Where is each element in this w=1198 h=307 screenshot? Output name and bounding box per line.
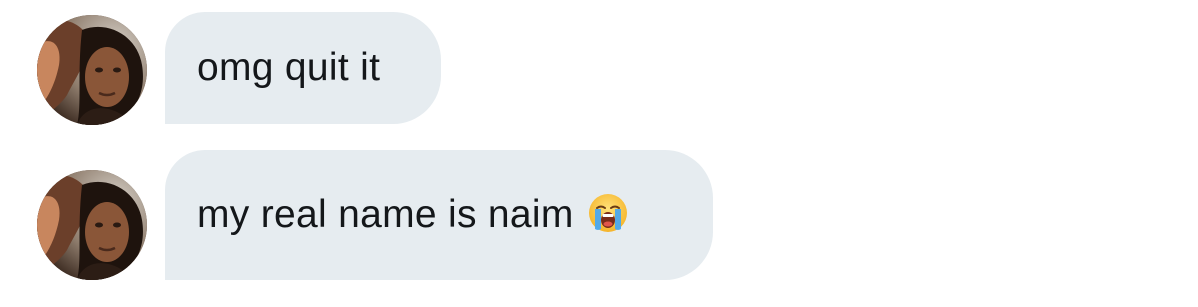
message-text: my real name is naim — [197, 193, 574, 236]
avatar[interactable] — [37, 15, 147, 125]
avatar-photo-icon — [37, 170, 147, 280]
message-bubble[interactable]: my real name is naim — [165, 150, 713, 280]
message-bubble[interactable]: omg quit it — [165, 12, 441, 124]
loudly-crying-face-emoji-icon — [588, 193, 628, 233]
avatar-photo-icon — [37, 15, 147, 125]
avatar[interactable] — [37, 170, 147, 280]
message-text: omg quit it — [197, 46, 381, 89]
